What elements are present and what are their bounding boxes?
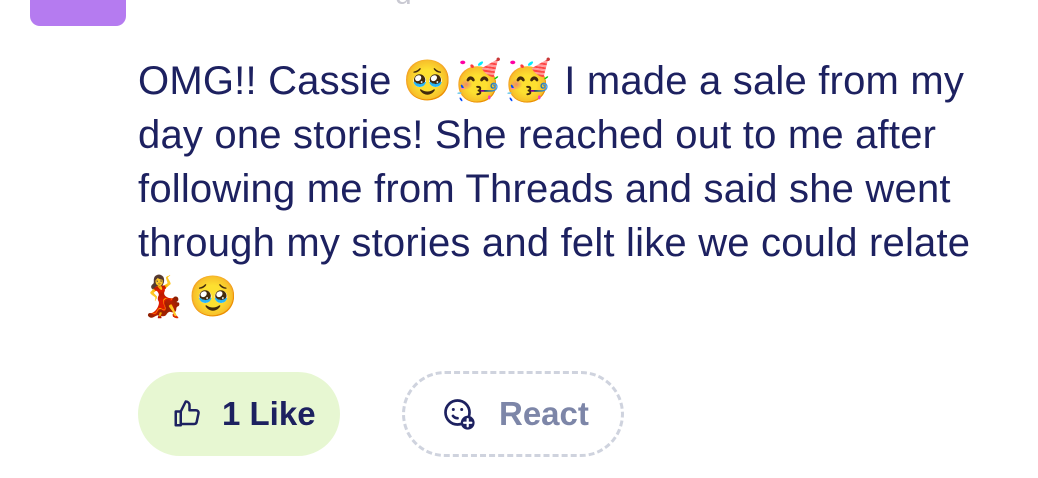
like-button[interactable]: 1 Like [138,372,340,456]
avatar[interactable] [30,0,126,26]
post-actions: 1 Like React [138,371,624,457]
author-name: g [395,0,425,4]
thumbs-up-icon [172,399,202,429]
react-button[interactable]: React [402,371,624,457]
smiley-plus-icon [441,396,477,432]
like-count: 1 Like [222,395,316,432]
post-message: OMG!! Cassie 🥹🥳🥳 I made a sale from my d… [138,59,971,319]
react-label: React [499,395,589,432]
